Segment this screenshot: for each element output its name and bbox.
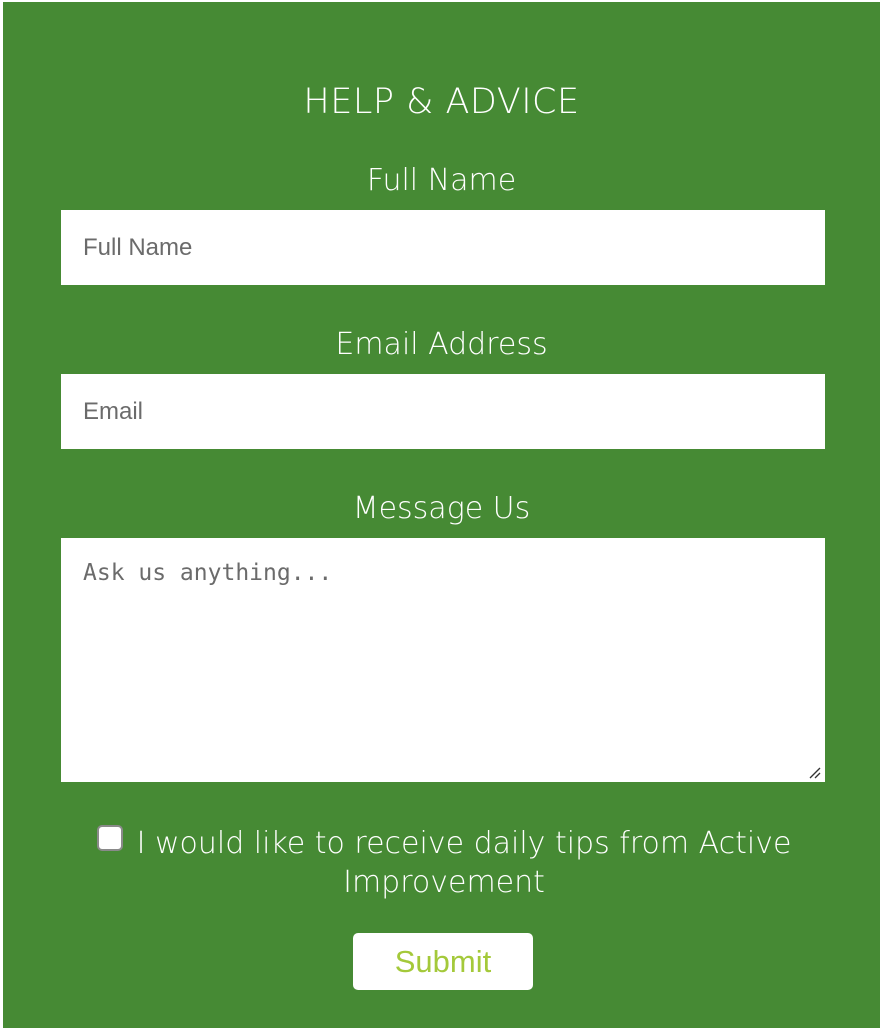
daily-tips-label: I would like to receive daily tips from … (136, 826, 792, 900)
daily-tips-checkbox[interactable] (96, 825, 123, 851)
submit-button[interactable]: Submit (353, 933, 533, 990)
daily-tips-consent: I would like to receive daily tips from … (63, 824, 825, 902)
email-address-label: Email Address (335, 327, 548, 362)
help-advice-form: HELP & ADVICE Full Name Email Address Me… (3, 2, 880, 1028)
email-input[interactable] (61, 374, 825, 449)
resize-handle-icon[interactable] (807, 765, 821, 779)
message-us-label: Message Us (352, 491, 531, 526)
form-title: HELP & ADVICE (303, 82, 580, 122)
full-name-label: Full Name (366, 163, 517, 198)
message-textarea[interactable] (61, 538, 825, 782)
full-name-input[interactable] (61, 210, 825, 285)
